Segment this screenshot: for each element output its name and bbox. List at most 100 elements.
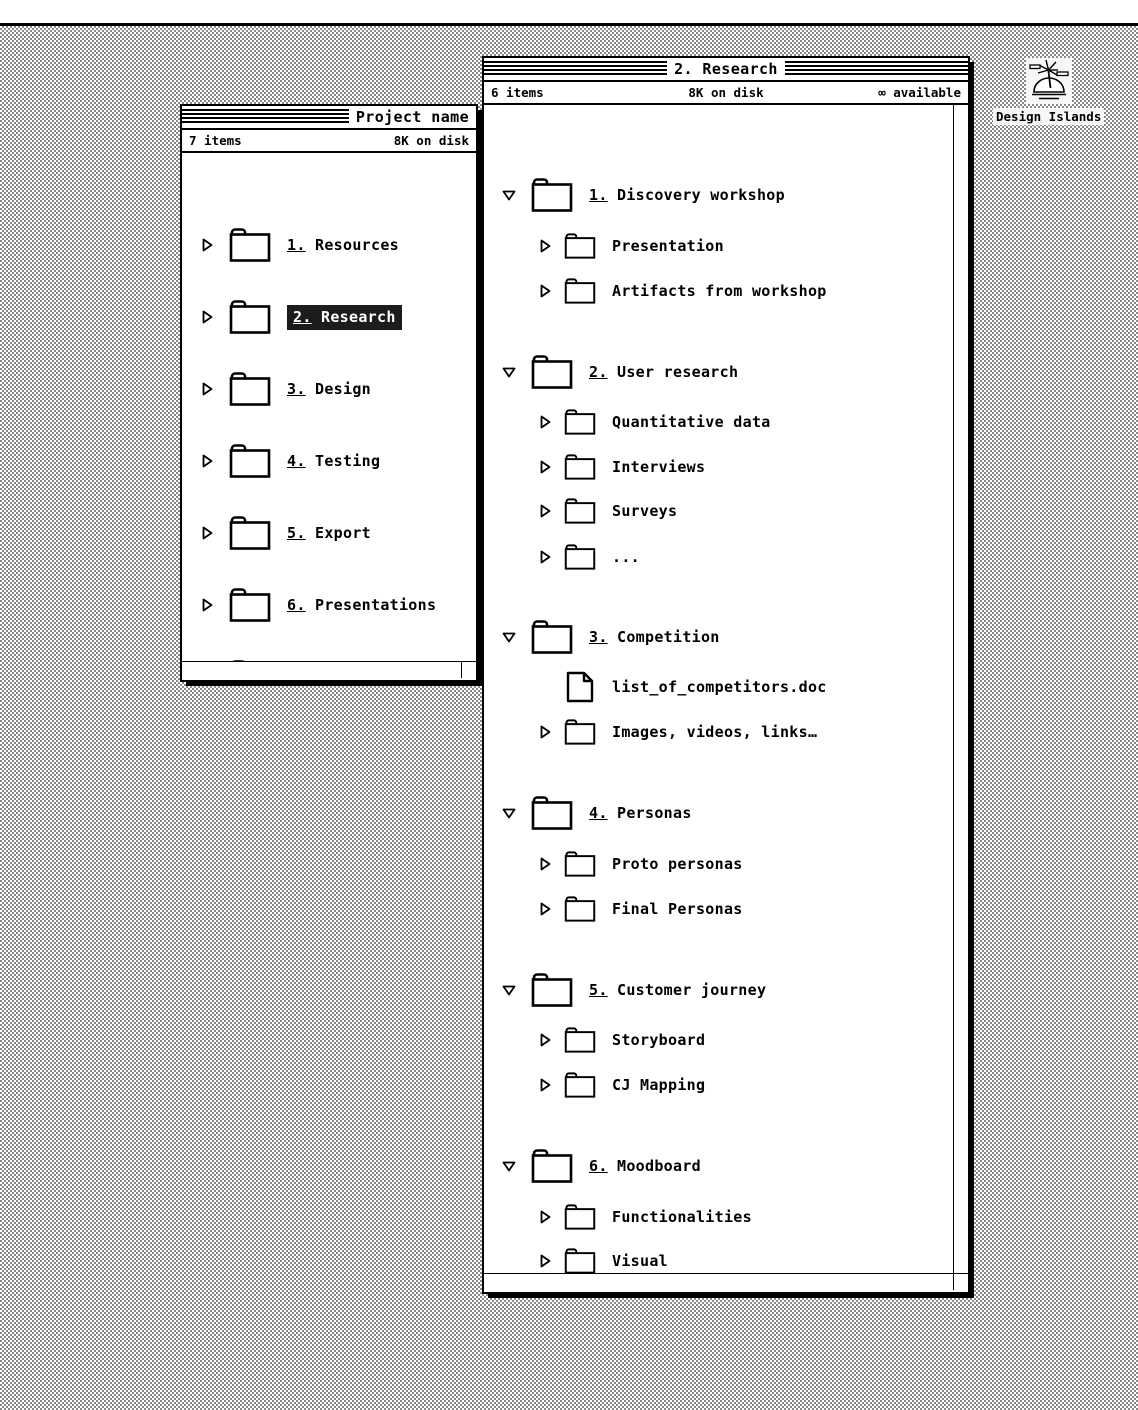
file-list-row[interactable]: 3. Design [198,367,371,411]
disclosure-triangle-right-icon[interactable] [536,900,554,918]
folder-icon [564,1204,596,1230]
horizontal-scrollbar-research[interactable] [484,1273,968,1290]
desktop-icon-label: Design Islands [993,108,1105,125]
file-name-label[interactable]: Surveys [612,502,677,520]
disclosure-triangle-right-icon[interactable] [536,1031,554,1049]
file-name-label[interactable]: Proto personas [612,855,743,873]
file-index-number: 5. [589,981,608,999]
file-list-row[interactable]: Images, videos, links… [536,710,817,754]
disclosure-triangle-down-icon[interactable] [500,628,518,646]
file-name-label[interactable]: 1. Resources [287,236,399,254]
folder-icon [229,372,271,406]
file-name-label[interactable]: Interviews [612,458,705,476]
title-bar-research[interactable]: 2. Research [484,58,968,82]
file-name-label[interactable]: 4. Testing [287,452,380,470]
file-list-row[interactable]: Proto personas [536,842,743,886]
file-list-row[interactable]: Presentation [536,224,724,268]
disclosure-triangle-right-icon[interactable] [536,1076,554,1094]
folder-icon [229,516,271,550]
disclosure-triangle-right-icon[interactable] [536,502,554,520]
scrollbar-corner [953,1274,968,1290]
file-name-label[interactable]: CJ Mapping [612,1076,705,1094]
disclosure-triangle-right-icon[interactable] [198,380,216,398]
file-name-label[interactable]: 6. Presentations [287,596,436,614]
title-bar-project-name[interactable]: Project name [182,106,476,130]
item-count: 6 items [491,85,544,100]
disclosure-triangle-down-icon[interactable] [500,186,518,204]
disclosure-triangle-right-icon[interactable] [536,723,554,741]
disclosure-triangle-right-icon[interactable] [198,308,216,326]
file-list-project[interactable]: 1. Resources 2. Research 3. Design 4. Testi… [182,153,476,661]
disclosure-triangle-down-icon[interactable] [500,804,518,822]
disk-usage: 8K on disk [688,85,764,100]
file-name-label[interactable]: Artifacts from workshop [612,282,827,300]
file-list-row[interactable]: list_of_competitors.doc [536,665,827,709]
file-name-label[interactable]: 5. Export [287,524,371,542]
disclosure-triangle-right-icon[interactable] [536,458,554,476]
file-list-row[interactable]: Quantitative data [536,400,771,444]
file-list-row[interactable]: 6. Moodboard [500,1144,701,1188]
window-project-name[interactable]: Project name 7 items 8K on disk 1. Resou… [180,104,482,686]
file-list-row[interactable]: 5. Customer journey [500,968,766,1012]
file-name-label[interactable]: 1. Discovery workshop [589,186,785,204]
file-name-label[interactable]: Final Personas [612,900,743,918]
file-name-label[interactable]: Visual [612,1252,668,1270]
disclosure-triangle-right-icon[interactable] [536,548,554,566]
file-list-row[interactable]: 3. Competition [500,615,720,659]
file-name-label[interactable]: Functionalities [612,1208,752,1226]
file-list-row[interactable]: 5. Export [198,511,371,555]
file-name-label[interactable]: 2. User research [589,363,738,381]
disclosure-triangle-right-icon[interactable] [536,282,554,300]
file-name-label[interactable]: 3. Competition [589,628,720,646]
vertical-scrollbar-research[interactable] [953,105,968,1273]
disclosure-triangle-right-icon[interactable] [198,596,216,614]
disclosure-triangle-right-icon[interactable] [536,1208,554,1226]
file-list-row[interactable]: 6. Presentations [198,583,436,627]
disclosure-triangle-right-icon[interactable] [198,236,216,254]
folder-icon [564,233,596,259]
folder-icon [564,1072,596,1098]
file-list-row[interactable]: 1. Discovery workshop [500,173,785,217]
file-list-row[interactable]: 2. User research [500,350,738,394]
file-name-label[interactable]: Storyboard [612,1031,705,1049]
file-name-label[interactable]: 5. Customer journey [589,981,766,999]
disclosure-triangle-down-icon[interactable] [500,363,518,381]
file-list-row[interactable]: Interviews [536,445,705,489]
file-name-label[interactable]: 3. Design [287,380,371,398]
file-name-label[interactable]: Images, videos, links… [612,723,817,741]
file-name-label[interactable]: Presentation [612,237,724,255]
file-name-label[interactable]: 2. Research [287,304,402,330]
file-name-label[interactable]: 6. Moodboard [589,1157,701,1175]
file-list-row[interactable]: Visual [536,1239,668,1273]
file-list-row[interactable]: 2. Research [198,295,402,339]
window-research[interactable]: 2. Research 6 items 8K on disk ∞ availab… [482,56,974,1298]
disclosure-triangle-right-icon[interactable] [536,855,554,873]
horizontal-scrollbar-project[interactable] [182,661,476,678]
disclosure-triangle-down-icon[interactable] [500,1157,518,1175]
disclosure-triangle-right-icon[interactable] [536,237,554,255]
folder-icon [564,851,596,877]
disclosure-triangle-right-icon[interactable] [536,1252,554,1270]
file-name-label[interactable]: list_of_competitors.doc [612,678,827,696]
menu-bar[interactable] [0,0,1138,26]
info-bar-research: 6 items 8K on disk ∞ available [484,82,968,105]
file-list-row[interactable]: CJ Mapping [536,1063,705,1107]
desktop-icon-design-islands[interactable]: Design Islands [993,58,1105,125]
disclosure-triangle-right-icon[interactable] [536,413,554,431]
file-list-row[interactable]: 1. Resources [198,223,399,267]
file-name-label[interactable]: Quantitative data [612,413,771,431]
file-list-row[interactable]: 4. Testing [198,439,380,483]
file-list-row[interactable]: Surveys [536,489,677,533]
disclosure-triangle-right-icon[interactable] [198,524,216,542]
file-name-label[interactable]: ... [612,548,640,566]
file-name-label[interactable]: 4. Personas [589,804,692,822]
file-list-row[interactable]: Artifacts from workshop [536,269,827,313]
file-list-row[interactable]: ... [536,535,640,579]
file-list-row[interactable]: Functionalities [536,1195,752,1239]
file-list-row[interactable]: Final Personas [536,887,743,931]
file-list-row[interactable]: 4. Personas [500,791,692,835]
disclosure-triangle-down-icon[interactable] [500,981,518,999]
file-list-row[interactable]: Storyboard [536,1018,705,1062]
disclosure-triangle-right-icon[interactable] [198,452,216,470]
file-list-research[interactable]: 1. Discovery workshop Presentation Artifac… [484,105,968,1273]
